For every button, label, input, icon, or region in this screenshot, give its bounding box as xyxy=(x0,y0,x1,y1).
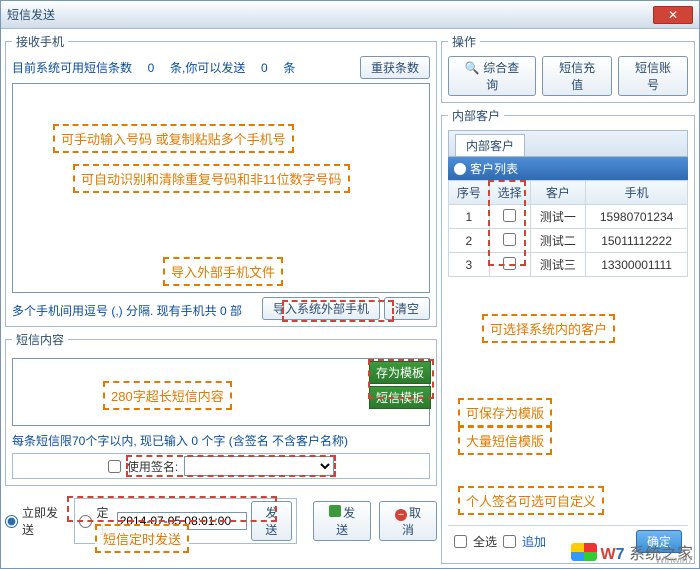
col-name: 客户 xyxy=(530,181,586,205)
send-icon xyxy=(329,505,341,517)
recharge-button[interactable]: 短信充值 xyxy=(542,56,612,96)
cancel-button[interactable]: –取消 xyxy=(379,501,437,541)
phone-textarea[interactable]: 可手动输入号码 或复制粘贴多个手机号 可自动识别和清除重复号码和非11位数字号码… xyxy=(12,83,430,293)
col-seq: 序号 xyxy=(449,181,490,205)
quota-unit: 条,你可以发送 xyxy=(170,59,245,76)
close-icon[interactable]: ✕ xyxy=(653,6,693,24)
char-limit-hint: 每条短信限70个字以内, 现已输入 0 个字 (含签名 不含客户名称) xyxy=(12,432,430,449)
send-now-option[interactable]: 立即发送 xyxy=(5,504,66,538)
quota-pre: 目前系统可用短信条数 xyxy=(12,59,132,76)
receive-panel: 接收手机 目前系统可用短信条数 0 条,你可以发送 0 条 重获条数 可手动输入… xyxy=(5,33,437,327)
receive-legend: 接收手机 xyxy=(12,33,68,50)
send-now-radio[interactable] xyxy=(5,515,18,528)
send-unit: 条 xyxy=(283,59,295,76)
col-phone: 手机 xyxy=(586,181,688,205)
send-count: 0 xyxy=(249,61,279,75)
append-label[interactable]: 追加 xyxy=(522,533,546,550)
import-phones-button[interactable]: 导入系统外部手机 xyxy=(262,297,380,320)
save-template-button[interactable]: 存为模板 xyxy=(369,361,431,384)
schedule-send-button[interactable]: 发送 xyxy=(251,501,292,541)
row-checkbox[interactable] xyxy=(503,257,516,270)
operations-panel: 操作 🔍 综合查询 短信充值 短信账号 xyxy=(441,33,695,103)
annotation: 导入外部手机文件 xyxy=(163,257,283,286)
use-signature-checkbox[interactable] xyxy=(108,460,121,473)
tabbar: 内部客户 xyxy=(448,130,688,157)
list-header: 客户列表 xyxy=(448,157,688,180)
query-button[interactable]: 🔍 综合查询 xyxy=(448,56,536,96)
col-select: 选择 xyxy=(489,181,530,205)
schedule-time-input[interactable] xyxy=(117,512,247,530)
send-scheduled-option[interactable]: 定于 xyxy=(79,504,112,538)
table-row[interactable]: 3测试三13300001111 xyxy=(449,253,688,277)
message-textarea[interactable]: 280字超长短信内容 存为模板 短信模板 xyxy=(12,358,430,426)
cancel-icon: – xyxy=(395,509,407,521)
customers-panel: 内部客户 内部客户 客户列表 序号 选择 客户 手机 1测试一159807012… xyxy=(441,107,695,564)
send-sched-radio[interactable] xyxy=(79,515,92,528)
message-panel: 短信内容 280字超长短信内容 存为模板 短信模板 每条短信限70个字以内, 现… xyxy=(5,331,437,486)
annotation: 可手动输入号码 或复制粘贴多个手机号 xyxy=(53,124,294,153)
titlebar: 短信发送 ✕ xyxy=(1,1,699,29)
logo-icon xyxy=(571,543,597,561)
customers-legend: 内部客户 xyxy=(448,107,504,124)
phone-hint: 多个手机间用逗号 (,) 分隔. 现有手机共 0 部 xyxy=(12,302,258,319)
people-icon xyxy=(454,163,466,175)
operations-legend: 操作 xyxy=(448,33,480,50)
annotation: 可自动识别和清除重复号码和非11位数字号码 xyxy=(73,164,350,193)
send-row: 立即发送 定于 发送 发送 –取消 短信定时发送 xyxy=(5,496,437,546)
annotation: 280字超长短信内容 xyxy=(103,381,232,410)
select-all-label: 全选 xyxy=(473,533,497,550)
row-checkbox[interactable] xyxy=(503,209,516,222)
sms-template-button[interactable]: 短信模板 xyxy=(369,386,431,409)
app-window: 短信发送 ✕ 接收手机 目前系统可用短信条数 0 条,你可以发送 0 条 重获条… xyxy=(0,0,700,569)
clear-phones-button[interactable]: 清空 xyxy=(384,297,430,320)
table-row[interactable]: 1测试一15980701234 xyxy=(449,205,688,229)
refresh-quota-button[interactable]: 重获条数 xyxy=(360,56,430,79)
row-checkbox[interactable] xyxy=(503,233,516,246)
signature-select[interactable] xyxy=(184,456,334,476)
signature-label: 使用签名: xyxy=(127,458,178,475)
account-button[interactable]: 短信账号 xyxy=(618,56,688,96)
message-legend: 短信内容 xyxy=(12,331,68,348)
send-button[interactable]: 发送 xyxy=(313,501,371,541)
select-all-checkbox[interactable] xyxy=(454,535,467,548)
tab-customers[interactable]: 内部客户 xyxy=(455,134,525,156)
window-title: 短信发送 xyxy=(7,6,653,23)
watermark: W7 系统之家 Winwin7 xyxy=(571,540,693,564)
search-icon: 🔍 xyxy=(465,61,480,75)
append-checkbox[interactable] xyxy=(503,535,516,548)
quota-count: 0 xyxy=(136,61,166,75)
table-row[interactable]: 2测试二15011112222 xyxy=(449,229,688,253)
customer-table: 序号 选择 客户 手机 1测试一15980701234 2测试二15011112… xyxy=(448,180,688,277)
